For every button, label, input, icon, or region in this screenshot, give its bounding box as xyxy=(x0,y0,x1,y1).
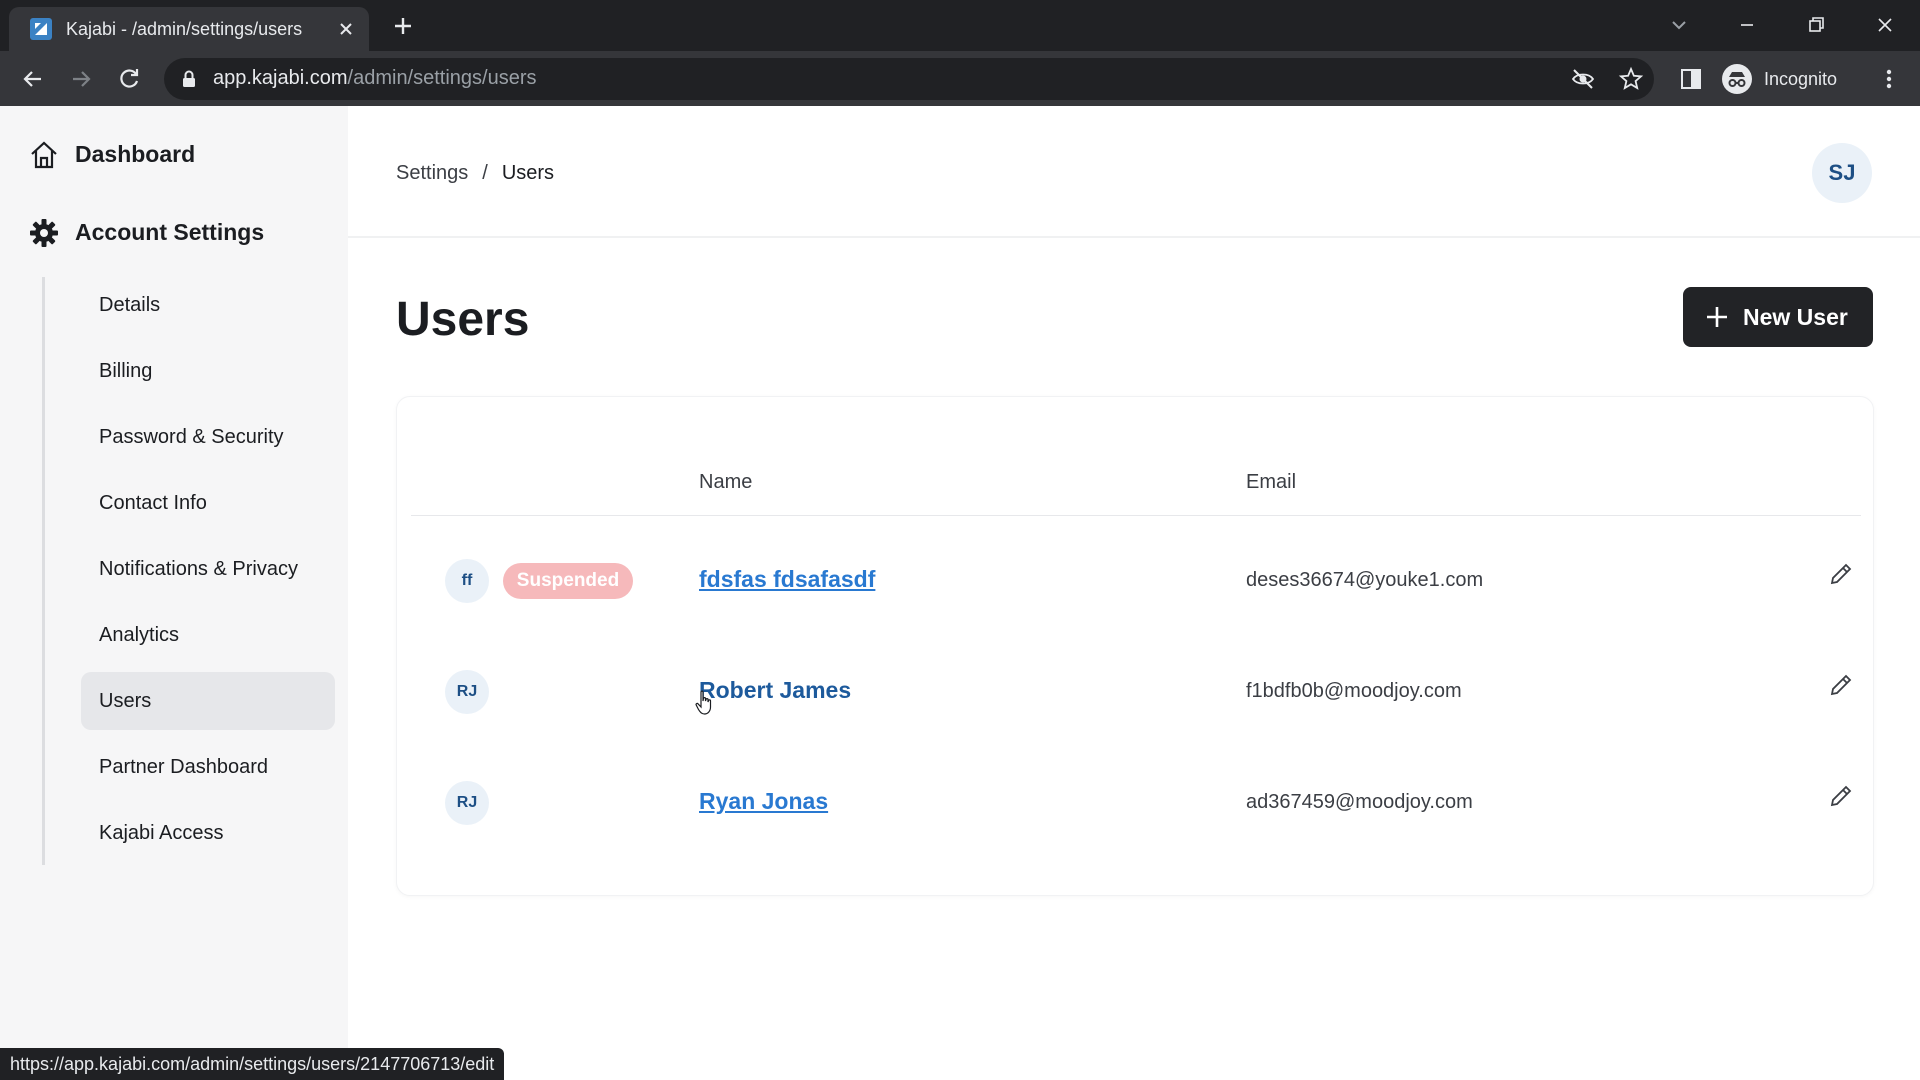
sidebar-tree-line xyxy=(42,277,45,865)
dashboard-label: Dashboard xyxy=(75,141,196,167)
incognito-profile[interactable]: Incognito xyxy=(1722,64,1852,94)
back-arrow-icon[interactable] xyxy=(19,65,47,93)
browser-toolbar: app.kajabi.com/admin/settings/users Inco… xyxy=(0,51,1920,106)
forward-arrow-icon[interactable] xyxy=(67,65,95,93)
sidebar-dashboard-link[interactable]: Dashboard xyxy=(29,138,229,172)
breadcrumb-settings-link[interactable]: Settings xyxy=(396,162,468,184)
kebab-menu-icon[interactable] xyxy=(1876,66,1902,92)
tab-title: Kajabi - /admin/settings/users xyxy=(66,19,303,39)
avatar[interactable]: SJ xyxy=(1812,143,1872,203)
breadcrumb: Settings / Users xyxy=(396,162,554,185)
header-divider xyxy=(348,236,1920,238)
sidebar-item-kajabi-access[interactable]: Kajabi Access xyxy=(81,804,335,862)
home-icon xyxy=(29,140,59,170)
new-user-label: New User xyxy=(1743,304,1848,330)
table-row: ff Suspended fdsfas fdsafasdf deses36674… xyxy=(445,535,1875,625)
minimize-icon[interactable] xyxy=(1734,12,1760,38)
table-row: RJ Ryan Jonas ad367459@moodjoy.com xyxy=(445,757,1875,847)
gear-icon xyxy=(29,218,59,248)
incognito-label: Incognito xyxy=(1764,69,1838,89)
new-tab-plus-icon[interactable] xyxy=(390,13,416,39)
tab-search-chevron-down-icon[interactable] xyxy=(1666,12,1692,38)
status-bar-url: https://app.kajabi.com/admin/settings/us… xyxy=(0,1048,505,1080)
pencil-edit-icon[interactable] xyxy=(1828,783,1854,809)
user-email: ad367459@moodjoy.com xyxy=(1246,791,1473,813)
user-name-link[interactable]: Robert James xyxy=(699,677,851,704)
sidebar-item-label: Notifications & Privacy xyxy=(99,558,298,580)
user-email: f1bdfb0b@moodjoy.com xyxy=(1246,680,1462,702)
table-row: RJ Robert James f1bdfb0b@moodjoy.com xyxy=(445,646,1875,736)
sidebar-item-label: Partner Dashboard xyxy=(99,756,268,778)
pencil-edit-icon[interactable] xyxy=(1828,561,1854,587)
sidebar-item-analytics[interactable]: Analytics xyxy=(81,606,335,664)
user-name-link[interactable]: Ryan Jonas xyxy=(699,788,828,815)
main-content: Settings / Users SJ Users New User Name Em… xyxy=(348,106,1920,1080)
window-close-icon[interactable] xyxy=(1872,12,1898,38)
close-icon[interactable] xyxy=(336,19,356,39)
plus-icon xyxy=(1705,305,1729,329)
bookmark-star-icon[interactable] xyxy=(1618,66,1644,92)
user-initials-avatar: RJ xyxy=(445,670,489,714)
restore-icon[interactable] xyxy=(1803,12,1829,38)
column-header-email: Email xyxy=(1246,471,1297,493)
address-url[interactable]: app.kajabi.com/admin/settings/users xyxy=(213,67,537,90)
breadcrumb-separator: / xyxy=(482,162,488,184)
sidebar-item-details[interactable]: Details xyxy=(81,276,335,334)
sidebar-item-label: Users xyxy=(99,690,152,712)
page-title: Users xyxy=(396,293,530,346)
url-path: /admin/settings/users xyxy=(347,67,537,89)
kajabi-favicon-icon xyxy=(30,18,52,40)
sidebar-item-label: Details xyxy=(99,294,161,316)
sidebar-item-notifications-privacy[interactable]: Notifications & Privacy xyxy=(81,540,335,598)
column-header-name: Name xyxy=(699,471,753,493)
user-email: deses36674@youke1.com xyxy=(1246,569,1484,591)
sidebar-item-label: Analytics xyxy=(99,624,180,646)
eye-slash-icon[interactable] xyxy=(1570,66,1596,92)
user-name-link[interactable]: fdsfas fdsafasdf xyxy=(699,566,875,593)
browser-tab[interactable]: Kajabi - /admin/settings/users xyxy=(9,7,369,51)
browser-tab-bar: Kajabi - /admin/settings/users xyxy=(0,0,1920,51)
reload-icon[interactable] xyxy=(115,65,143,93)
pencil-edit-icon[interactable] xyxy=(1828,672,1854,698)
sidebar-item-password-security[interactable]: Password & Security xyxy=(81,408,335,466)
status-badge-suspended: Suspended xyxy=(503,563,633,599)
sidebar-item-label: Contact Info xyxy=(99,492,207,514)
sidebar-account-settings[interactable]: Account Settings xyxy=(29,216,299,250)
sidebar-item-label: Password & Security xyxy=(99,426,284,448)
new-user-button[interactable]: New User xyxy=(1683,287,1873,347)
sidebar-item-users[interactable]: Users xyxy=(81,672,335,730)
sidebar-item-label: Kajabi Access xyxy=(99,822,224,844)
table-header-divider xyxy=(411,515,1861,516)
lock-icon[interactable] xyxy=(180,69,198,89)
sidebar-item-partner-dashboard[interactable]: Partner Dashboard xyxy=(81,738,335,796)
incognito-icon xyxy=(1722,64,1752,94)
user-initials-avatar: ff xyxy=(445,559,489,603)
sidebar-item-contact-info[interactable]: Contact Info xyxy=(81,474,335,532)
users-table: Name Email ff Suspended fdsfas fdsafasdf… xyxy=(396,396,1874,896)
user-initials-avatar: RJ xyxy=(445,781,489,825)
sidebar-item-label: Billing xyxy=(99,360,153,382)
breadcrumb-current: Users xyxy=(501,162,555,184)
account-settings-label: Account Settings xyxy=(75,219,265,245)
side-panel-icon[interactable] xyxy=(1678,66,1704,92)
url-host: app.kajabi.com xyxy=(213,67,348,89)
hand-cursor-icon xyxy=(695,690,715,716)
sidebar-item-billing[interactable]: Billing xyxy=(81,342,335,400)
settings-sidebar: Dashboard Account Settings Details Billi… xyxy=(0,106,348,1080)
